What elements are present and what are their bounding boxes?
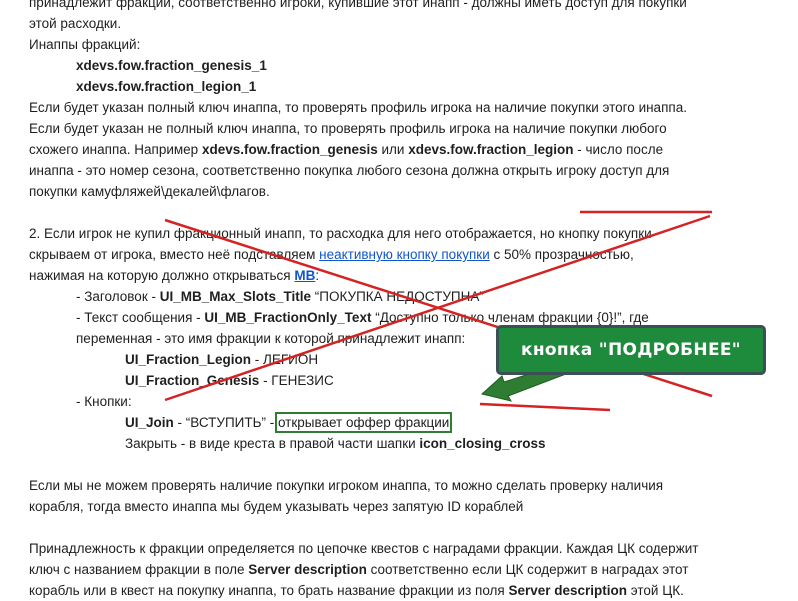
text-line: 2. Если игрок не купил фракционный инапп… bbox=[29, 226, 652, 241]
inapp-key-legion: xdevs.fow.fraction_legion_1 bbox=[76, 79, 257, 94]
inactive-button-link[interactable]: неактивную кнопку покупки bbox=[319, 247, 490, 262]
text-line: принадлежит фракции, соответственно игро… bbox=[29, 0, 687, 10]
text-line: Принадлежность к фракции определяется по… bbox=[29, 541, 699, 556]
document-body: принадлежит фракции, соответственно игро… bbox=[29, 0, 769, 601]
text-line: схожего инаппа. Например xdevs.fow.fract… bbox=[29, 142, 664, 157]
text-line: Закрыть - в виде креста в правой части ш… bbox=[125, 436, 546, 451]
text-line: - Кнопки: bbox=[76, 394, 132, 409]
text-line: этой расходки. bbox=[29, 16, 122, 31]
inapp-key-genesis: xdevs.fow.fraction_genesis_1 bbox=[76, 58, 267, 73]
text-line: инаппа - это номер сезона, соответственн… bbox=[29, 163, 670, 178]
mb-link[interactable]: MB bbox=[294, 268, 315, 283]
text-line: корабль или в квест на покупку инаппа, т… bbox=[29, 583, 684, 598]
text-line: покупки камуфляжей\декалей\флагов. bbox=[29, 184, 270, 199]
text-line: - Заголовок - UI_MB_Max_Slots_Title “ПОК… bbox=[76, 289, 484, 304]
text-line: корабля, тогда вместо инаппа мы будем ук… bbox=[29, 499, 524, 514]
text-line: Инаппы фракций: bbox=[29, 37, 141, 52]
text-line: Если будет указан полный ключ инаппа, то… bbox=[29, 100, 687, 115]
text-line: Если будет указан не полный ключ инаппа,… bbox=[29, 121, 667, 136]
highlighted-offer-text: открывает оффер фракции bbox=[274, 412, 453, 433]
text-line: скрываем от игрока, вместо неё подставля… bbox=[29, 247, 634, 262]
text-line: UI_Join - “ВСТУПИТЬ” - открывает оффер ф… bbox=[125, 412, 453, 433]
text-line: Если мы не можем проверять наличие покуп… bbox=[29, 478, 664, 493]
callout-label: кнопка "ПОДРОБНЕЕ" bbox=[496, 325, 766, 375]
text-line: нажимая на которую должно открываться MB… bbox=[29, 268, 320, 283]
text-line: ключ с названием фракции в поле Server d… bbox=[29, 562, 689, 577]
